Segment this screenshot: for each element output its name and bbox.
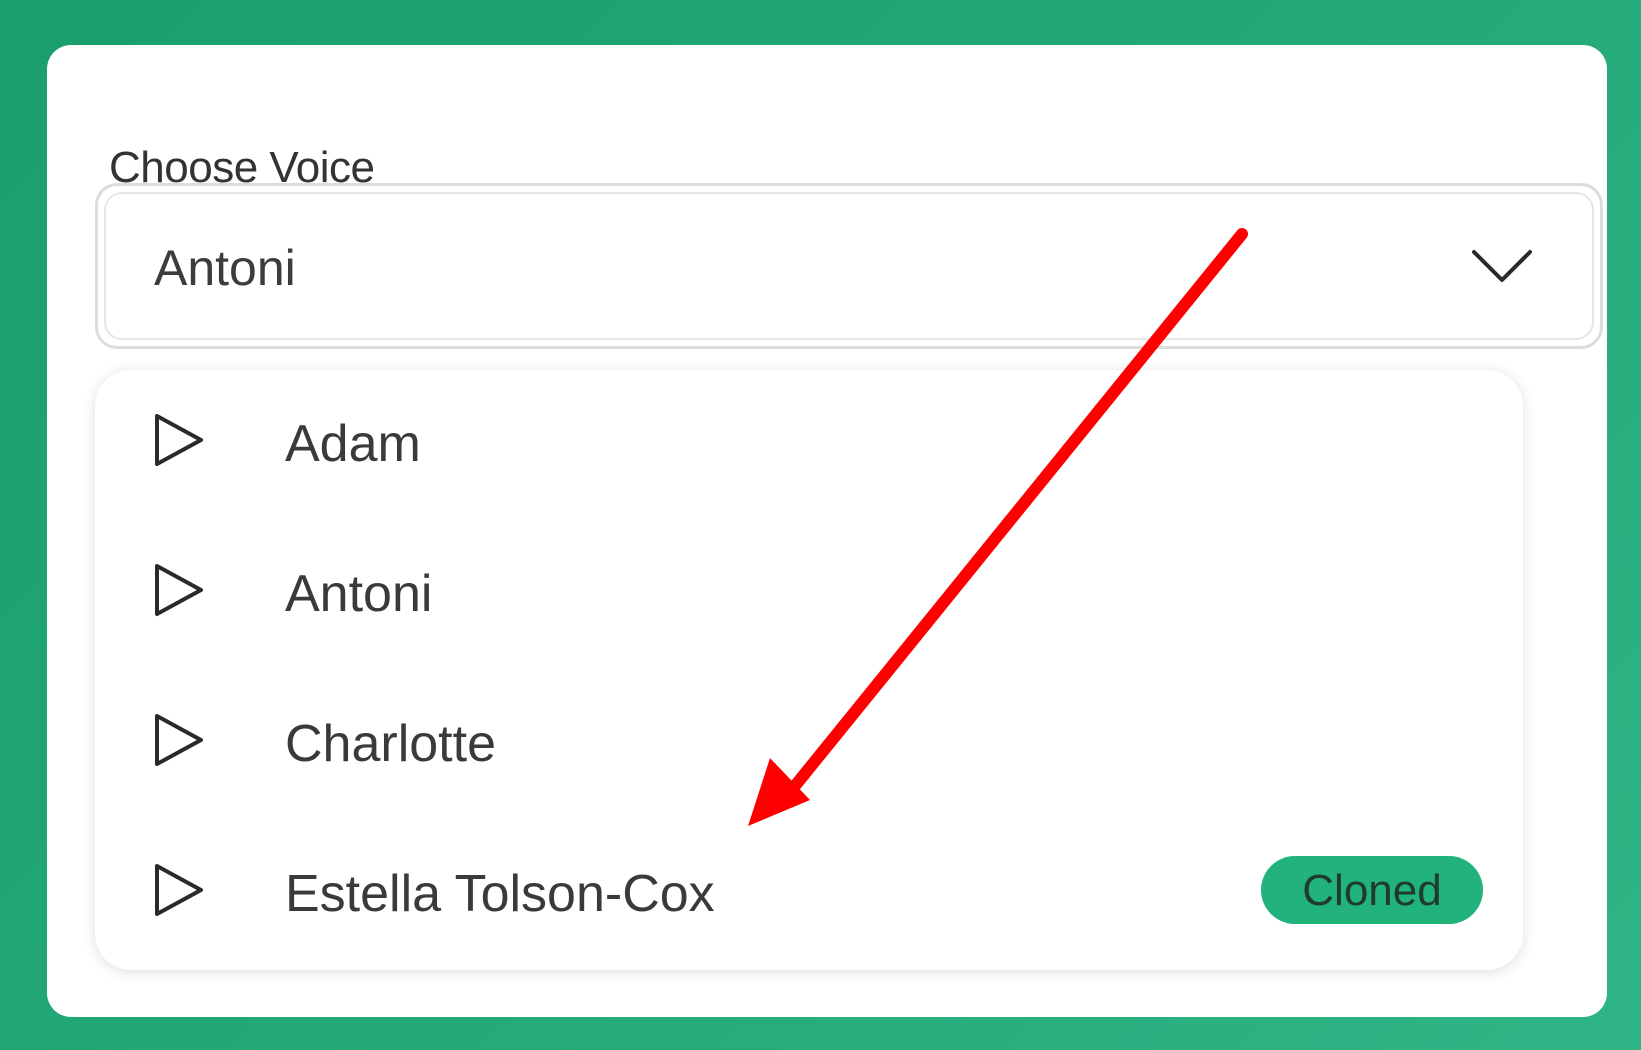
play-icon[interactable] — [149, 710, 209, 770]
voice-option-adam[interactable]: Adam — [95, 370, 1523, 520]
voice-option-antoni[interactable]: Antoni — [95, 520, 1523, 670]
voice-option-estella-tolson-cox[interactable]: Estella Tolson-Cox Cloned — [95, 820, 1523, 970]
play-icon[interactable] — [149, 560, 209, 620]
voice-option-name: Adam — [285, 415, 421, 473]
voice-option-name: Antoni — [285, 565, 433, 623]
voice-option-name: Estella Tolson-Cox — [285, 865, 715, 923]
cloned-badge: Cloned — [1261, 856, 1483, 924]
voice-select[interactable]: Antoni — [95, 183, 1603, 349]
voice-option-name: Charlotte — [285, 715, 496, 773]
voice-option-charlotte[interactable]: Charlotte — [95, 670, 1523, 820]
voice-selector-card: Choose Voice Antoni Adam Antoni Charlott… — [47, 45, 1607, 1017]
play-icon[interactable] — [149, 860, 209, 920]
select-inner-border — [104, 192, 1594, 340]
play-icon[interactable] — [149, 410, 209, 470]
voice-options-menu: Adam Antoni Charlotte Estella Tolson-Cox… — [95, 370, 1523, 970]
selected-voice: Antoni — [154, 240, 296, 296]
chevron-down-icon[interactable] — [1470, 246, 1534, 286]
